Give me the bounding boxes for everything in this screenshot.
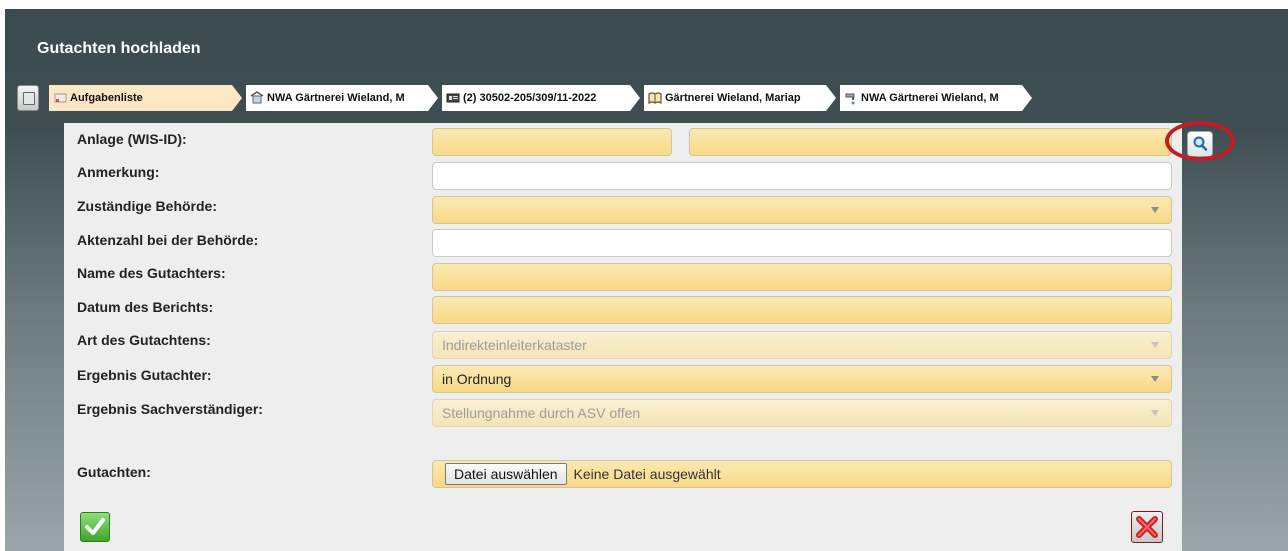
- art-select: Indirekteinleiterkataster: [432, 331, 1172, 359]
- breadcrumb-item-aufgabenliste[interactable]: Aufgabenliste: [49, 85, 242, 111]
- anmerkung-label: Anmerkung:: [77, 164, 160, 180]
- ergebnis-gutachter-select[interactable]: in Ordnung: [432, 365, 1172, 393]
- book-icon: [648, 91, 662, 105]
- breadcrumb-item-nwa-2[interactable]: NWA Gärtnerei Wieland, M: [840, 85, 1032, 111]
- anlage-wis-id-field[interactable]: [432, 128, 672, 156]
- home-icon[interactable]: [17, 85, 39, 111]
- file-choose-button[interactable]: Datei auswählen: [445, 463, 567, 485]
- page-title: Gutachten hochladen: [37, 40, 201, 57]
- gutachten-file-field: Datei auswählen Keine Datei ausgewählt: [432, 460, 1172, 488]
- facility-icon: [250, 91, 264, 105]
- datum-input[interactable]: [432, 296, 1172, 324]
- checkmark-icon: [85, 518, 105, 535]
- id-card-icon: [446, 91, 460, 105]
- anlage-name-field[interactable]: [689, 128, 1172, 156]
- behoerde-label: Zuständige Behörde:: [77, 198, 218, 214]
- gutachten-label: Gutachten:: [77, 464, 151, 480]
- breadcrumb-item-gaertnerei[interactable]: Gärtnerei Wieland, Mariap: [644, 85, 836, 111]
- chevron-down-icon: [1151, 410, 1159, 416]
- aktenzahl-input[interactable]: [432, 229, 1172, 257]
- file-status: Keine Datei ausgewählt: [573, 466, 721, 482]
- datum-label: Datum des Berichts:: [77, 299, 214, 315]
- highlight-circle: [1165, 121, 1235, 161]
- x-icon: [1136, 516, 1158, 538]
- ergebnis-sv-select: Stellungnahme durch ASV offen: [432, 399, 1172, 427]
- breadcrumb-item-aktenzahl[interactable]: (2) 30502-205/309/11-2022: [442, 85, 640, 111]
- gutachter-label: Name des Gutachters:: [77, 265, 226, 281]
- chevron-down-icon: [1151, 342, 1159, 348]
- confirm-button[interactable]: [80, 512, 110, 542]
- chevron-down-icon: [1151, 376, 1159, 382]
- chevron-down-icon: [1151, 207, 1159, 213]
- behoerde-select[interactable]: [432, 196, 1172, 224]
- breadcrumb-item-nwa-1[interactable]: NWA Gärtnerei Wieland, M: [246, 85, 438, 111]
- ergebnis-gutachter-label: Ergebnis Gutachter:: [77, 367, 212, 383]
- cancel-button[interactable]: [1131, 511, 1163, 543]
- gutachter-name-input[interactable]: [432, 263, 1172, 291]
- ergebnis-sv-label: Ergebnis Sachverständiger:: [77, 401, 263, 417]
- aktenzahl-label: Aktenzahl bei der Behörde:: [77, 232, 259, 248]
- tap-icon: [844, 91, 858, 105]
- art-label: Art des Gutachtens:: [77, 332, 211, 348]
- task-list-icon: [53, 91, 67, 105]
- anlage-label: Anlage (WIS-ID):: [77, 131, 187, 147]
- anmerkung-input[interactable]: [432, 162, 1172, 190]
